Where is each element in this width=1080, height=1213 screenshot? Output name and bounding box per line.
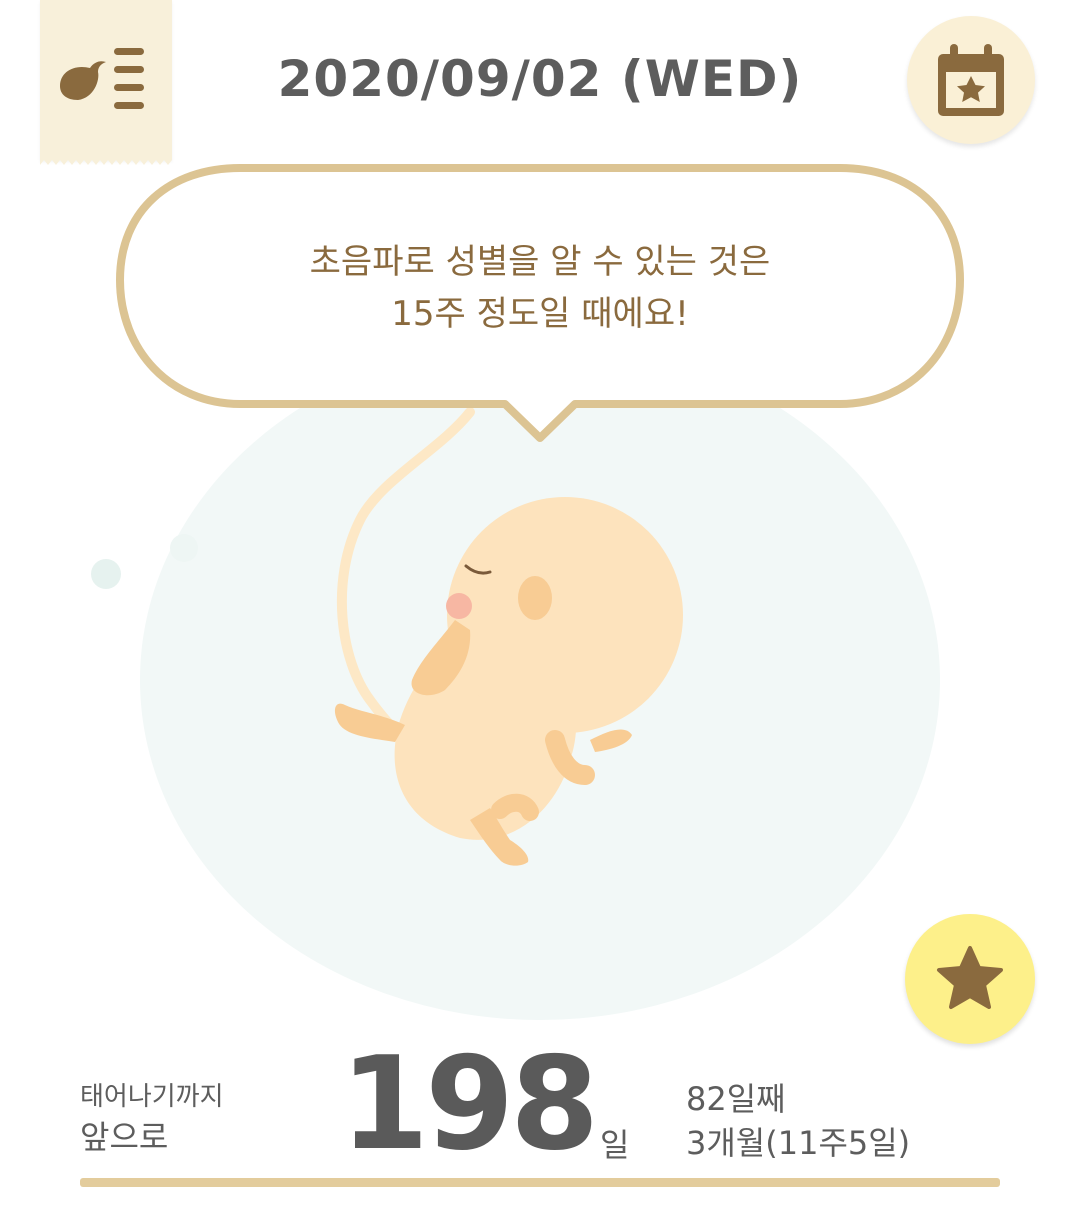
tip-message: 초음파로 성별을 알 수 있는 것은 15주 정도일 때에요!	[200, 236, 880, 340]
countdown-label-bottom: 앞으로	[80, 1118, 169, 1156]
tip-line-1: 초음파로 성별을 알 수 있는 것은	[309, 242, 771, 282]
countdown-label-top: 태어나기까지	[80, 1082, 224, 1112]
pregnancy-day-count: 82일째	[686, 1080, 786, 1118]
days-remaining: 198	[340, 1030, 599, 1179]
days-unit: 일	[600, 1126, 630, 1164]
star-icon	[937, 946, 1003, 1009]
divider	[80, 1178, 1000, 1187]
tip-line-2: 15주 정도일 때에요!	[391, 294, 689, 334]
pregnancy-week-detail: 3개월(11주5일)	[686, 1124, 911, 1162]
favorite-button[interactable]	[905, 914, 1035, 1044]
speech-bubble	[116, 164, 964, 442]
